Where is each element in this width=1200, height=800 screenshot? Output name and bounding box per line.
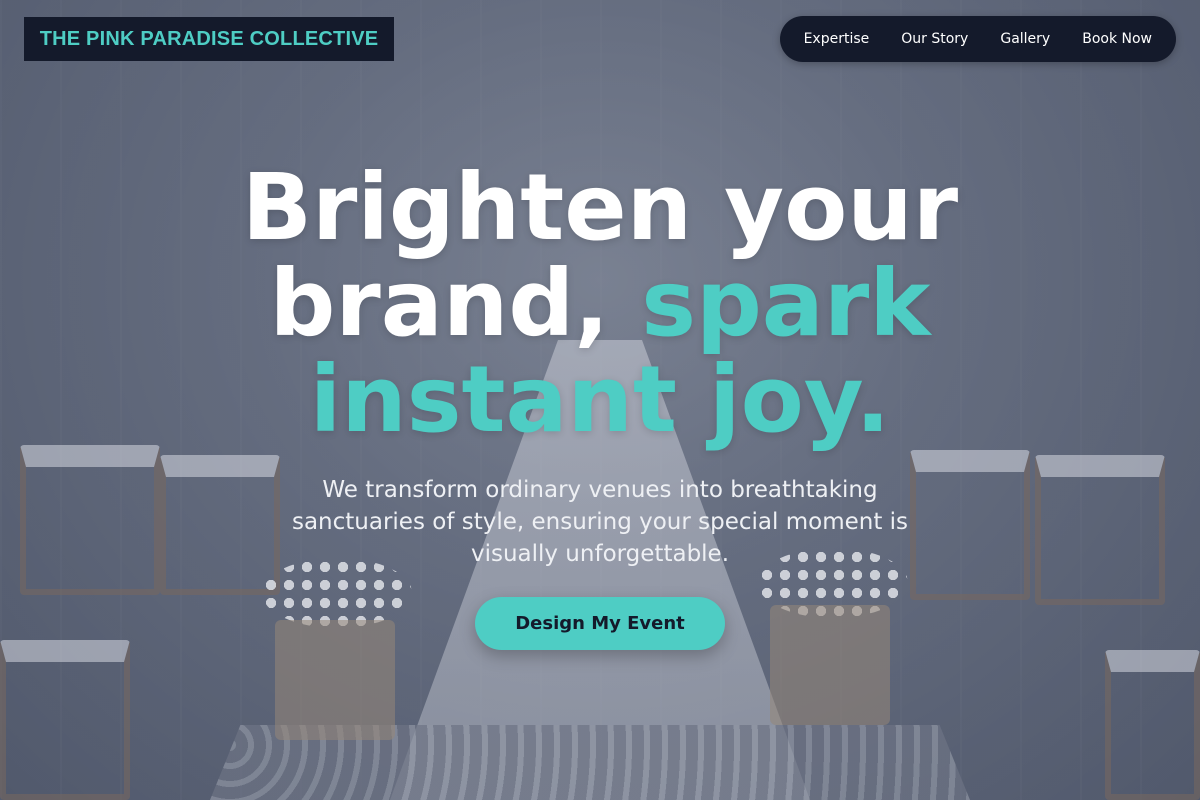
hero-headline: Brighten your brand, spark instant joy. [0, 160, 1200, 448]
brand-logo[interactable]: THE PINK PARADISE COLLECTIVE [24, 17, 394, 61]
headline-accent-2: instant joy. [309, 346, 891, 453]
chair-decoration [1105, 650, 1200, 800]
nav-item-our-story[interactable]: Our Story [885, 31, 984, 47]
planter-box [770, 605, 890, 725]
design-my-event-button[interactable]: Design My Event [475, 597, 725, 650]
nav-item-gallery[interactable]: Gallery [984, 31, 1066, 47]
headline-accent-1: spark [641, 250, 931, 357]
headline-line-2: brand, [269, 250, 610, 357]
nav-item-book-now[interactable]: Book Now [1066, 31, 1168, 47]
chair-decoration [0, 640, 130, 800]
planter-box [275, 620, 395, 740]
hero-subtitle: We transform ordinary venues into breath… [291, 477, 909, 567]
headline-line-1: Brighten your [241, 154, 959, 261]
main-nav: Expertise Our Story Gallery Book Now [779, 16, 1176, 62]
nav-item-expertise[interactable]: Expertise [788, 31, 886, 47]
chair-decoration [160, 455, 280, 595]
chair-decoration [20, 445, 160, 595]
chair-decoration [1035, 455, 1165, 605]
